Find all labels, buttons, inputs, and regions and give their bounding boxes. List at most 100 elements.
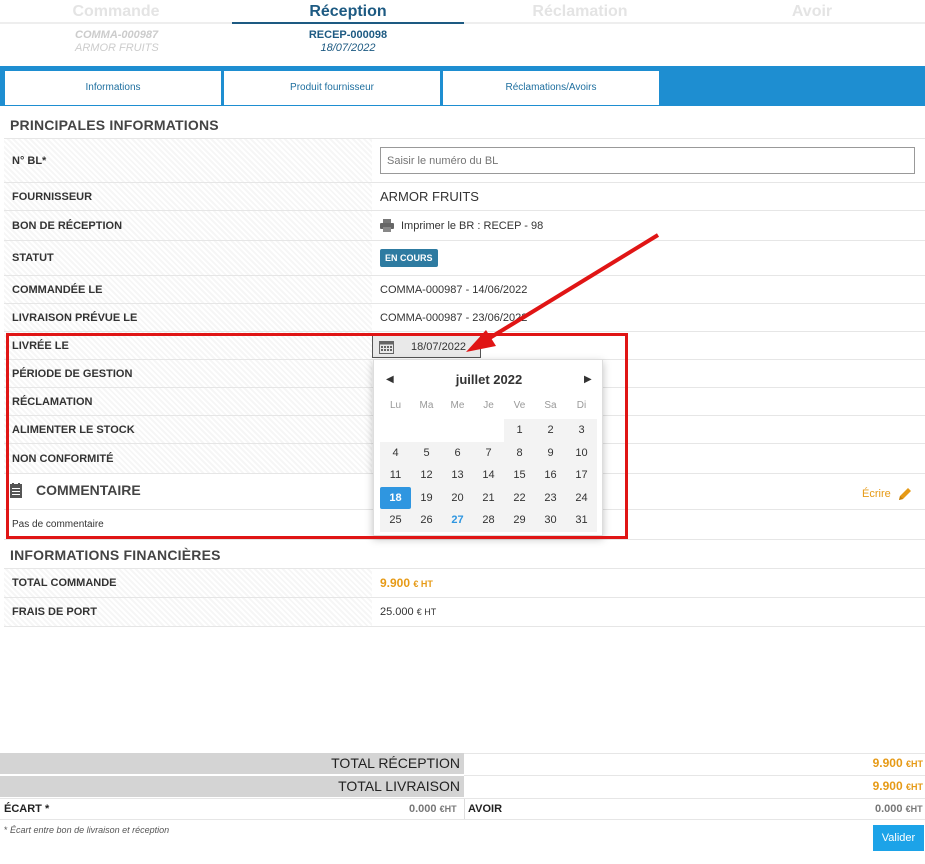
row-bon-reception: BON DE RÉCEPTION Imprimer le BR : RECEP … xyxy=(4,211,925,241)
step-title: Avoir xyxy=(696,0,925,24)
section-title-principales: PRINCIPALES INFORMATIONS xyxy=(10,117,219,133)
frais-port-value: 25.000 € HT xyxy=(380,606,437,618)
step-avoir[interactable]: Avoir xyxy=(696,0,925,60)
field-label: FRAIS DE PORT xyxy=(4,598,372,626)
datepicker-day[interactable]: 1 xyxy=(504,419,535,442)
datepicker-empty-cell xyxy=(411,419,442,442)
datepicker-month: juillet 2022 xyxy=(455,372,523,387)
tab-bar: Informations Produit fournisseur Réclama… xyxy=(0,66,925,106)
weekday-label: Me xyxy=(450,400,465,411)
datepicker-day[interactable]: 17 xyxy=(566,464,597,487)
weekday-label: Lu xyxy=(389,400,402,411)
field-label: COMMANDÉE LE xyxy=(4,276,372,303)
row-livraison-prevue: LIVRAISON PRÉVUE LE COMMA-000987 - 23/06… xyxy=(4,304,925,332)
comment-title: COMMENTAIRE xyxy=(36,482,141,498)
datepicker-day[interactable]: 28 xyxy=(473,509,504,532)
datepicker-day[interactable]: 25 xyxy=(380,509,411,532)
prev-month-icon[interactable]: ◀ xyxy=(386,370,394,390)
write-comment-label: Écrire xyxy=(862,488,891,500)
next-month-icon[interactable]: ▶ xyxy=(584,370,592,390)
step-reclamation[interactable]: Réclamation xyxy=(464,0,696,60)
write-comment-button[interactable]: Écrire xyxy=(862,486,913,502)
total-livraison-row: TOTAL LIVRAISON 9.900 €HT xyxy=(0,776,925,797)
datepicker-day[interactable]: 20 xyxy=(442,487,473,510)
step-title: Commande xyxy=(0,0,232,24)
datepicker-day[interactable]: 22 xyxy=(504,487,535,510)
datepicker-day[interactable]: 9 xyxy=(535,442,566,465)
row-fournisseur: FOURNISSEUR ARMOR FRUITS xyxy=(4,183,925,211)
weekday-label: Je xyxy=(483,400,494,411)
bl-number-input[interactable] xyxy=(380,147,915,174)
avoir-value: 0.000 €HT xyxy=(875,803,923,815)
tab-produit-fournisseur[interactable]: Produit fournisseur xyxy=(223,70,441,106)
ecart-label: ÉCART * xyxy=(4,803,50,815)
comment-header: COMMENTAIRE xyxy=(10,482,141,498)
datepicker-day[interactable]: 10 xyxy=(566,442,597,465)
pencil-icon xyxy=(898,488,911,500)
datepicker-day[interactable]: 27 xyxy=(442,509,473,532)
datepicker-week: 123 xyxy=(380,419,597,442)
datepicker-day[interactable]: 15 xyxy=(504,464,535,487)
datepicker-day[interactable]: 6 xyxy=(442,442,473,465)
row-frais-port: FRAIS DE PORT 25.000 € HT xyxy=(4,598,925,627)
print-br-link[interactable]: Imprimer le BR : RECEP - 98 xyxy=(380,211,543,240)
datepicker-day[interactable]: 18 xyxy=(380,486,411,509)
supplier-value: ARMOR FRUITS xyxy=(380,189,479,204)
datepicker-day[interactable]: 11 xyxy=(380,464,411,487)
row-statut: STATUT EN COURS xyxy=(4,241,925,276)
step-code: RECEP-000098 xyxy=(308,29,388,41)
total-reception-label: TOTAL RÉCEPTION xyxy=(0,753,464,774)
divider xyxy=(4,539,925,540)
step-reception[interactable]: Réception RECEP-000098 18/07/2022 xyxy=(232,0,464,60)
datepicker-day[interactable]: 30 xyxy=(535,509,566,532)
datepicker-day[interactable]: 16 xyxy=(535,464,566,487)
datepicker-day[interactable]: 21 xyxy=(473,487,504,510)
divider xyxy=(464,799,465,819)
ecart-value: 0.000 €HT xyxy=(409,803,457,815)
datepicker-day[interactable]: 3 xyxy=(566,419,597,442)
workflow-steps: Commande COMMA-000987 ARMOR FRUITS Récep… xyxy=(0,0,925,60)
datepicker-day[interactable]: 14 xyxy=(473,464,504,487)
datepicker-day[interactable]: 5 xyxy=(411,442,442,465)
row-numero-bl: N° BL* xyxy=(4,139,925,183)
datepicker-days: 1 2 3 4 5 6 7 8 9 10 11 12 13 14 15 16 17 18 19 20 21 22 23 24 2… xyxy=(380,419,597,532)
datepicker-day[interactable]: 19 xyxy=(411,487,442,510)
datepicker-day[interactable]: 13 xyxy=(442,464,473,487)
weekday-label: Ma xyxy=(419,400,434,411)
datepicker-day[interactable]: 26 xyxy=(411,509,442,532)
total-livraison-label: TOTAL LIVRAISON xyxy=(0,776,464,797)
datepicker-day[interactable]: 23 xyxy=(535,487,566,510)
tab-reclamations-avoirs[interactable]: Réclamations/Avoirs xyxy=(442,70,660,106)
step-commande[interactable]: Commande COMMA-000987 ARMOR FRUITS xyxy=(0,0,232,60)
datepicker-day[interactable]: 4 xyxy=(380,442,411,465)
total-reception-row: TOTAL RÉCEPTION 9.900 €HT xyxy=(0,753,925,774)
field-label: PÉRIODE DE GESTION xyxy=(4,360,372,387)
total-reception-value: 9.900 €HT xyxy=(872,756,923,770)
delivered-date-input[interactable]: 18/07/2022 xyxy=(372,335,481,358)
delivered-date-value: 18/07/2022 xyxy=(411,340,467,353)
datepicker-empty-cell xyxy=(442,419,473,442)
field-label: NON CONFORMITÉ xyxy=(4,444,372,473)
step-subtitle: ARMOR FRUITS xyxy=(75,42,159,54)
step-title: Réclamation xyxy=(464,0,696,24)
tab-informations[interactable]: Informations xyxy=(4,70,222,106)
validate-button[interactable]: Valider xyxy=(873,825,924,851)
datepicker-day[interactable]: 31 xyxy=(566,509,597,532)
field-label: LIVRAISON PRÉVUE LE xyxy=(4,304,372,331)
datepicker-day[interactable]: 12 xyxy=(411,464,442,487)
field-label: FOURNISSEUR xyxy=(4,183,372,210)
datepicker-day[interactable]: 8 xyxy=(504,442,535,465)
datepicker-day[interactable]: 29 xyxy=(504,509,535,532)
step-subtitle: 18/07/2022 xyxy=(320,42,376,54)
datepicker-empty-cell xyxy=(380,419,411,442)
datepicker-weekdays: Lu Ma Me Je Ve Sa Di xyxy=(380,400,597,411)
weekday-label: Ve xyxy=(513,400,526,411)
datepicker-day[interactable]: 24 xyxy=(566,487,597,510)
field-label: TOTAL COMMANDE xyxy=(4,569,372,597)
datepicker-day[interactable]: 2 xyxy=(535,419,566,442)
field-label: STATUT xyxy=(4,241,372,275)
step-code: COMMA-000987 xyxy=(75,29,159,41)
total-livraison-value: 9.900 €HT xyxy=(872,779,923,793)
datepicker-day[interactable]: 7 xyxy=(473,442,504,465)
planned-delivery-value: COMMA-000987 - 23/06/2022 xyxy=(380,311,528,324)
